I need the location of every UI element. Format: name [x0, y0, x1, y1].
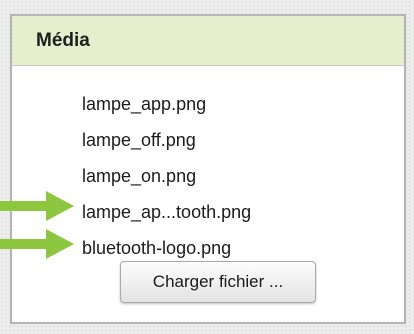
- media-file-list: lampe_app.png lampe_off.png lampe_on.png…: [82, 86, 251, 266]
- media-panel: Média lampe_app.png lampe_off.png lampe_…: [10, 14, 406, 324]
- upload-file-button[interactable]: Charger fichier ...: [120, 261, 316, 303]
- media-file-item[interactable]: lampe_ap...tooth.png: [82, 194, 251, 230]
- panel-title: Média: [36, 29, 90, 51]
- media-file-item[interactable]: lampe_app.png: [82, 86, 251, 122]
- arrow-right-icon: [0, 191, 74, 221]
- arrow-right-icon: [0, 229, 74, 259]
- panel-header: Média: [12, 16, 404, 66]
- media-file-item[interactable]: lampe_off.png: [82, 122, 251, 158]
- media-file-item[interactable]: lampe_on.png: [82, 158, 251, 194]
